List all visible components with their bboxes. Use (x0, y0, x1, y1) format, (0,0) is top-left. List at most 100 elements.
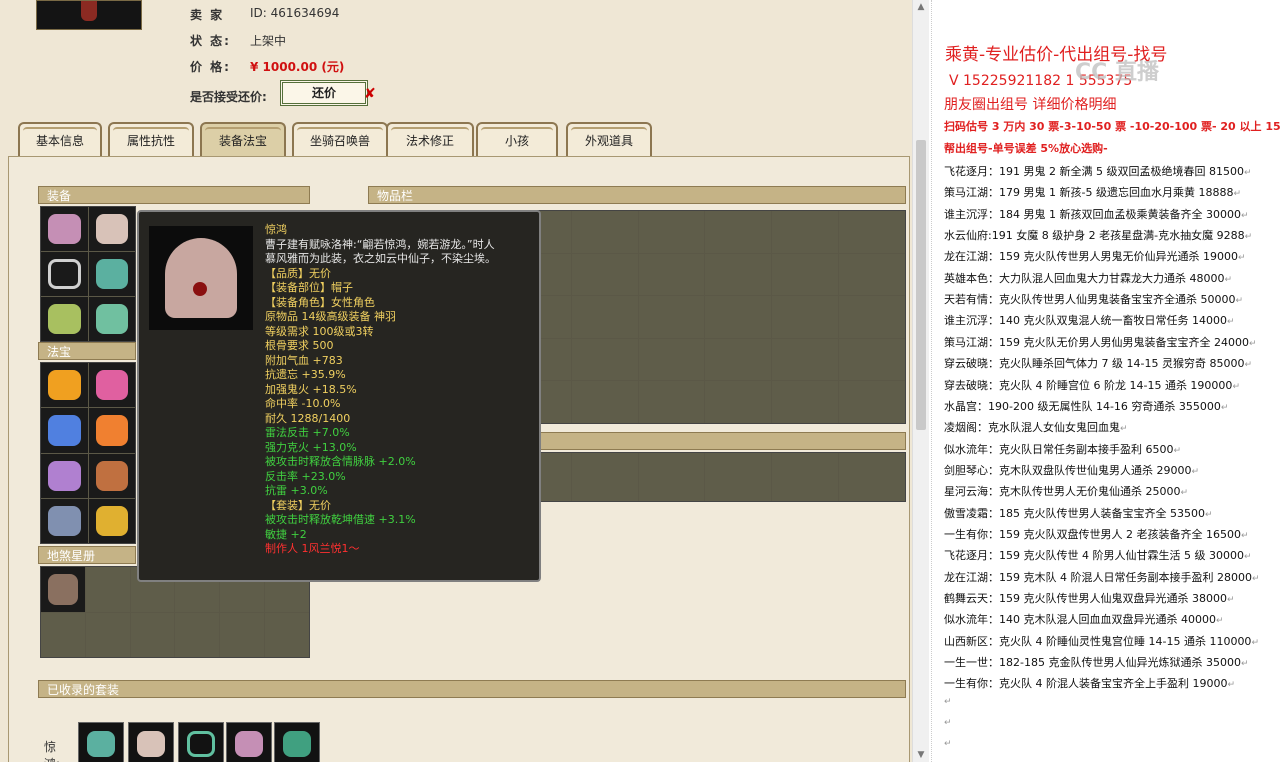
star-book-header: 地煞星册 (38, 546, 136, 564)
listing-line: 策马江湖：179 男鬼 1 新孩-5 级遗忘回血水月乘黄 18888↵ (944, 184, 1241, 200)
suit-piece-armor[interactable] (78, 722, 124, 762)
paragraph-mark: ↵ (1220, 402, 1229, 413)
tooltip-line: 【品质】无价 (265, 266, 331, 280)
tooltip-line: 被攻击时释放乾坤借速 +3.1% (265, 513, 416, 526)
equip-slot-necklace[interactable] (41, 252, 88, 296)
tooltip-line: 敏捷 +2 (265, 527, 307, 541)
fabao-grid (40, 362, 136, 544)
tooltip-line: 附加气血 +783 (265, 353, 343, 367)
listing-text: 谁主沉浮：140 克火队双鬼混人统一畜牧日常任务 14000 (944, 314, 1227, 328)
item-hat-image (149, 226, 253, 330)
listing-line: 飞花逐月：191 男鬼 2 新全满 5 级双回孟极绝境春回 81500↵ (944, 163, 1252, 179)
listing-text: 水晶宫：190-200 级无属性队 14-16 穷奇通杀 355000 (944, 399, 1221, 413)
scroll-down-icon[interactable]: ▼ (913, 748, 929, 762)
paragraph-mark: ↵ (1226, 317, 1235, 328)
tab-child[interactable]: 小孩 (476, 122, 558, 156)
tab-basic-info[interactable]: 基本信息 (18, 122, 102, 156)
paragraph-mark: ↵ (1226, 595, 1235, 605)
vertical-scrollbar[interactable]: ▲ ▼ (912, 0, 929, 762)
listing-line: 穿去破晓：克火队 4 阶睡宫位 6 阶龙 14-15 通杀 190000↵ (944, 377, 1240, 393)
paragraph-mark: ↵ (1120, 424, 1128, 435)
fabao-slot[interactable] (88, 408, 135, 453)
fabao-slot[interactable] (88, 498, 135, 543)
fabao-slot[interactable] (88, 363, 135, 408)
paragraph-mark: ↵ (1243, 168, 1252, 178)
equip-slot-armor[interactable] (88, 252, 135, 296)
fabao-header: 法宝 (38, 342, 136, 360)
suit-name: 惊鸿: (44, 740, 60, 762)
equip-slot-shoes[interactable] (88, 297, 135, 341)
paragraph-mark: ↵ (1233, 189, 1241, 200)
tooltip-line: 【装备部位】帽子 (265, 281, 353, 294)
paragraph-mark: ↵ (1237, 253, 1246, 264)
suit-piece-weapon[interactable] (226, 722, 272, 762)
listing-text: 穿去破晓：克火队 4 阶睡宫位 6 阶龙 14-15 通杀 190000 (944, 378, 1233, 392)
price-label: 价 格: (190, 60, 231, 74)
paragraph-mark: ↵ (1235, 296, 1244, 307)
listing-text: 一生有你：克火队 4 阶混人装备宝宝齐全上手盈利 19000 (944, 677, 1228, 691)
equip-slot-hat[interactable] (88, 207, 135, 251)
listing-line: 一生一世：182-185 克金队传世男人仙异光炼狱通杀 35000↵ (944, 654, 1249, 670)
paragraph-mark: ↵ (1251, 573, 1260, 584)
listing-line: 天若有情：克火队传世男人仙男鬼装备宝宝齐全通杀 50000↵ (944, 291, 1243, 307)
paragraph-mark: ↵ (1240, 530, 1249, 541)
listing-text: 龙在江湖：159 克火队传世男人男鬼无价仙异光通杀 19000 (944, 250, 1238, 264)
fabao-slot[interactable] (41, 498, 88, 543)
fabao-slot[interactable] (41, 363, 88, 408)
paragraph-mark: ↵ (1204, 509, 1213, 520)
listing-text: 山西新区：克火队 4 阶睡仙灵性鬼宫位睡 14-15 通杀 110000 (944, 634, 1252, 648)
paragraph-mark: ↵ (1251, 637, 1259, 648)
listing-line: 水晶宫：190-200 级无属性队 14-16 穷奇通杀 355000↵ (944, 398, 1228, 414)
tooltip-line: 原物品 14级高级装备 神羽 (265, 310, 396, 323)
suit-piece-hat[interactable] (128, 722, 174, 762)
listing-line: 一生有你：159 克火队双盘传世男人 2 老孩装备齐全 16500↵ (944, 526, 1249, 542)
listing-text: 一生有你：159 克火队双盘传世男人 2 老孩装备齐全 16500 (944, 527, 1241, 541)
tab-spell-correction[interactable]: 法术修正 (386, 122, 474, 156)
star-book-slot[interactable] (41, 567, 85, 612)
equipment-grid (40, 206, 136, 342)
paragraph-mark: ↵ (944, 718, 952, 729)
inventory-header: 物品栏 (368, 186, 906, 204)
listing-line: 剑胆琴心：克木队双盘队传世仙鬼男人通杀 29000↵ (944, 462, 1199, 478)
equip-slot-belt[interactable] (41, 297, 88, 341)
listing-text: 一生一世：182-185 克金队传世男人仙异光炼狱通杀 35000 (944, 656, 1241, 670)
listing-line: 谁主沉浮：184 男鬼 1 新孩双回血孟极乘黄装备齐全 30000↵ (944, 206, 1249, 222)
tab-attributes[interactable]: 属性抗性 (108, 122, 194, 156)
listing-text: 策马江湖：179 男鬼 1 新孩-5 级遗忘回血水月乘黄 18888 (944, 186, 1234, 200)
listing-text: 飞花逐月：191 男鬼 2 新全满 5 级双回孟极绝境春回 81500 (944, 165, 1244, 178)
tab-mounts-pets[interactable]: 坐骑召唤兽 (292, 122, 388, 156)
tooltip-lines: 惊鸿 曹子建有赋咏洛神:“翩若惊鸿，婉若游龙。”时人 慕风雅而为此装，衣之如云中… (265, 223, 535, 557)
listing-line: 傲雪凌霜：185 克火队传世男人装备宝宝齐全 53500↵ (944, 505, 1213, 521)
paragraph-mark: ↵ (1244, 360, 1252, 371)
fabao-slot[interactable] (88, 453, 135, 498)
tab-equipment[interactable]: 装备法宝 (200, 122, 286, 156)
bargain-button[interactable]: 还价 (280, 80, 368, 106)
listing-text: 凌烟阁：克水队混人女仙女鬼回血鬼 (944, 421, 1120, 435)
paragraph-mark: ↵ (1180, 488, 1189, 499)
tooltip-line: 等级需求 100级或3转 (265, 324, 374, 338)
tooltip-line: 被攻击时释放含情脉脉 +2.0% (265, 455, 416, 468)
suit-piece-mask[interactable] (274, 722, 320, 762)
tooltip-line: 【装备角色】女性角色 (265, 295, 375, 309)
document-panel: 乘黄-专业估价-代出组号-找号 V 15225921182 1 555375 朋… (929, 0, 1280, 762)
tooltip-line: 根骨要求 500 (265, 339, 334, 352)
suit-piece-necklace[interactable] (178, 722, 224, 762)
paragraph-mark: ↵ (1227, 680, 1236, 691)
scroll-thumb[interactable] (916, 140, 926, 430)
fabao-slot[interactable] (41, 408, 88, 453)
tooltip-item-name: 惊鸿 (265, 223, 287, 236)
bargain-reject-icon: ✘ (364, 86, 376, 102)
tooltip-line: 抗遗忘 +35.9% (265, 368, 346, 381)
tab-appearance[interactable]: 外观道具 (566, 122, 652, 156)
scroll-up-icon[interactable]: ▲ (913, 0, 929, 14)
listing-line: 似水流年：克火队日常任务副本接手盈利 6500↵ (944, 441, 1181, 457)
equip-slot-weapon[interactable] (41, 207, 88, 251)
listing-text: 飞花逐月：159 克火队传世 4 阶男人仙甘霖生活 5 级 30000 (944, 549, 1244, 563)
fabao-slot[interactable] (41, 453, 88, 498)
listing-text: 剑胆琴心：克木队双盘队传世仙鬼男人通杀 29000 (944, 463, 1192, 477)
listing-line: 似水流年：140 克木队混人回血血双盘异光通杀 40000↵ (944, 611, 1224, 627)
listing-text: 傲雪凌霜：185 克火队传世男人装备宝宝齐全 53500 (944, 506, 1205, 520)
status-label: 状 态: (190, 34, 231, 48)
listing-line: 谁主沉浮：140 克火队双鬼混人统一畜牧日常任务 14000↵ (944, 312, 1235, 328)
paragraph-mark: ↵ (1243, 552, 1252, 563)
